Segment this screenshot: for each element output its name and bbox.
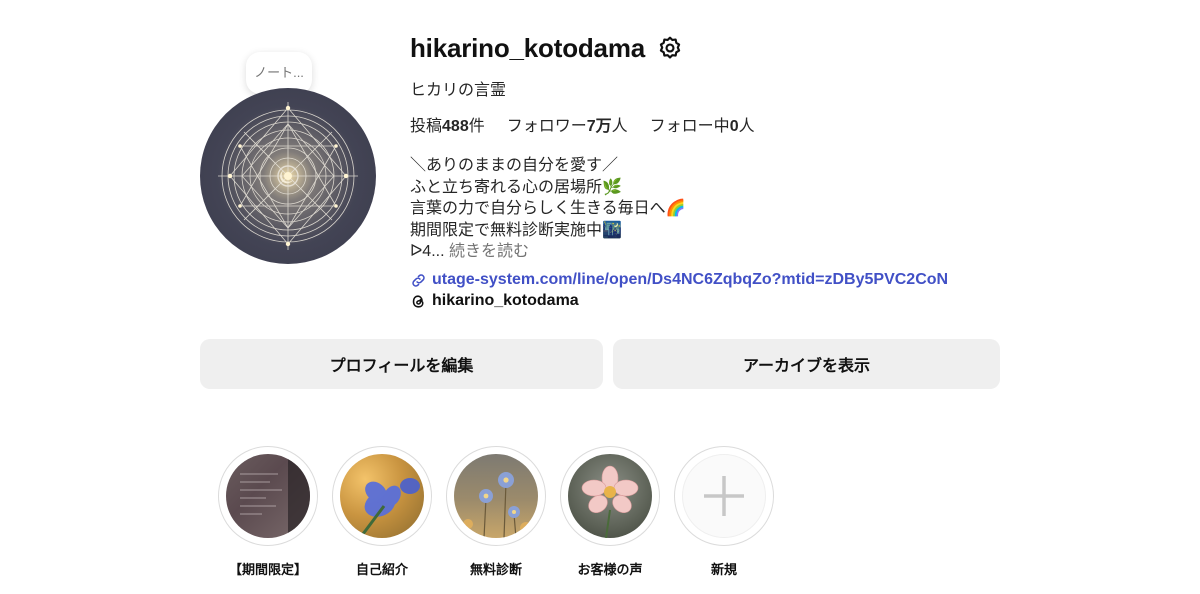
highlight-ring xyxy=(332,446,432,546)
profile-bio: ＼ありのままの自分を愛す／ ふと立ち寄れる心の居場所🌿 言葉の力で自分らしく生き… xyxy=(410,155,686,263)
bio-line: 言葉の力で自分らしく生きる毎日へ🌈 xyxy=(410,200,686,217)
highlight-label: 新規 xyxy=(710,562,737,577)
highlight-ring xyxy=(446,446,546,546)
threads-handle[interactable]: hikarino_kotodama xyxy=(432,292,579,310)
highlight-item[interactable]: 無料診断 xyxy=(446,446,546,578)
highlight-cover xyxy=(226,454,310,538)
view-archive-button[interactable]: アーカイブを表示 xyxy=(613,339,1000,389)
highlight-ring xyxy=(560,446,660,546)
bio-line: ＼ありのままの自分を愛す／ xyxy=(410,157,619,174)
posts-stat: 投稿488件 xyxy=(410,118,485,135)
external-link[interactable]: utage-system.com/line/open/Ds4NC6ZqbqZo?… xyxy=(410,271,948,289)
sacred-geometry-icon xyxy=(218,102,358,250)
full-name: ヒカリの言霊 xyxy=(410,82,507,99)
highlight-cover xyxy=(454,454,538,538)
bio-line: 期間限定で無料診断実施中🌃 xyxy=(410,221,622,239)
highlight-cover xyxy=(682,454,766,538)
username: hikarino_kotodama xyxy=(410,32,645,63)
followers-stat[interactable]: フォロワー7万人 xyxy=(507,112,628,136)
note-text: ノート... xyxy=(254,65,304,80)
following-stat[interactable]: フォロー中0人 xyxy=(650,112,755,136)
blue-flower-icon xyxy=(358,478,420,538)
highlight-label: お客様の声 xyxy=(577,562,643,577)
avatar-image xyxy=(200,88,376,264)
cosmos-flower-icon xyxy=(581,465,639,538)
new-highlight-button[interactable]: 新規 xyxy=(674,446,774,578)
settings-gear-icon[interactable] xyxy=(657,35,683,61)
highlight-ring xyxy=(218,446,318,546)
small-flowers-icon xyxy=(463,472,532,538)
text-note-icon xyxy=(240,454,310,538)
read-more-link[interactable]: 続きを読む xyxy=(449,243,529,260)
highlight-item[interactable]: 自己紹介 xyxy=(332,446,432,578)
highlight-item[interactable]: お客様の声 xyxy=(560,446,660,578)
highlight-ring xyxy=(674,446,774,546)
link-text[interactable]: utage-system.com/line/open/Ds4NC6ZqbqZo?… xyxy=(432,271,948,289)
bio-line: ふと立ち寄れる心の居場所🌿 xyxy=(410,178,622,196)
profile-stats: 投稿488件 フォロワー7万人 フォロー中0人 xyxy=(410,112,755,136)
plus-icon xyxy=(704,476,744,516)
highlight-cover xyxy=(568,454,652,538)
profile-avatar[interactable] xyxy=(200,88,376,264)
highlight-label: 【期間限定】 xyxy=(228,562,307,577)
edit-profile-button[interactable]: プロフィールを編集 xyxy=(200,339,603,389)
highlight-label: 無料診断 xyxy=(469,562,522,577)
bio-line: ᐅ4... 続きを読む xyxy=(410,243,530,260)
threads-badge[interactable]: hikarino_kotodama xyxy=(410,292,579,310)
highlight-cover xyxy=(340,454,424,538)
highlight-item[interactable]: 【期間限定】 xyxy=(218,446,318,578)
link-icon xyxy=(412,273,425,287)
threads-icon xyxy=(412,294,424,308)
highlight-label: 自己紹介 xyxy=(355,562,408,577)
username-row: hikarino_kotodama xyxy=(410,30,683,66)
